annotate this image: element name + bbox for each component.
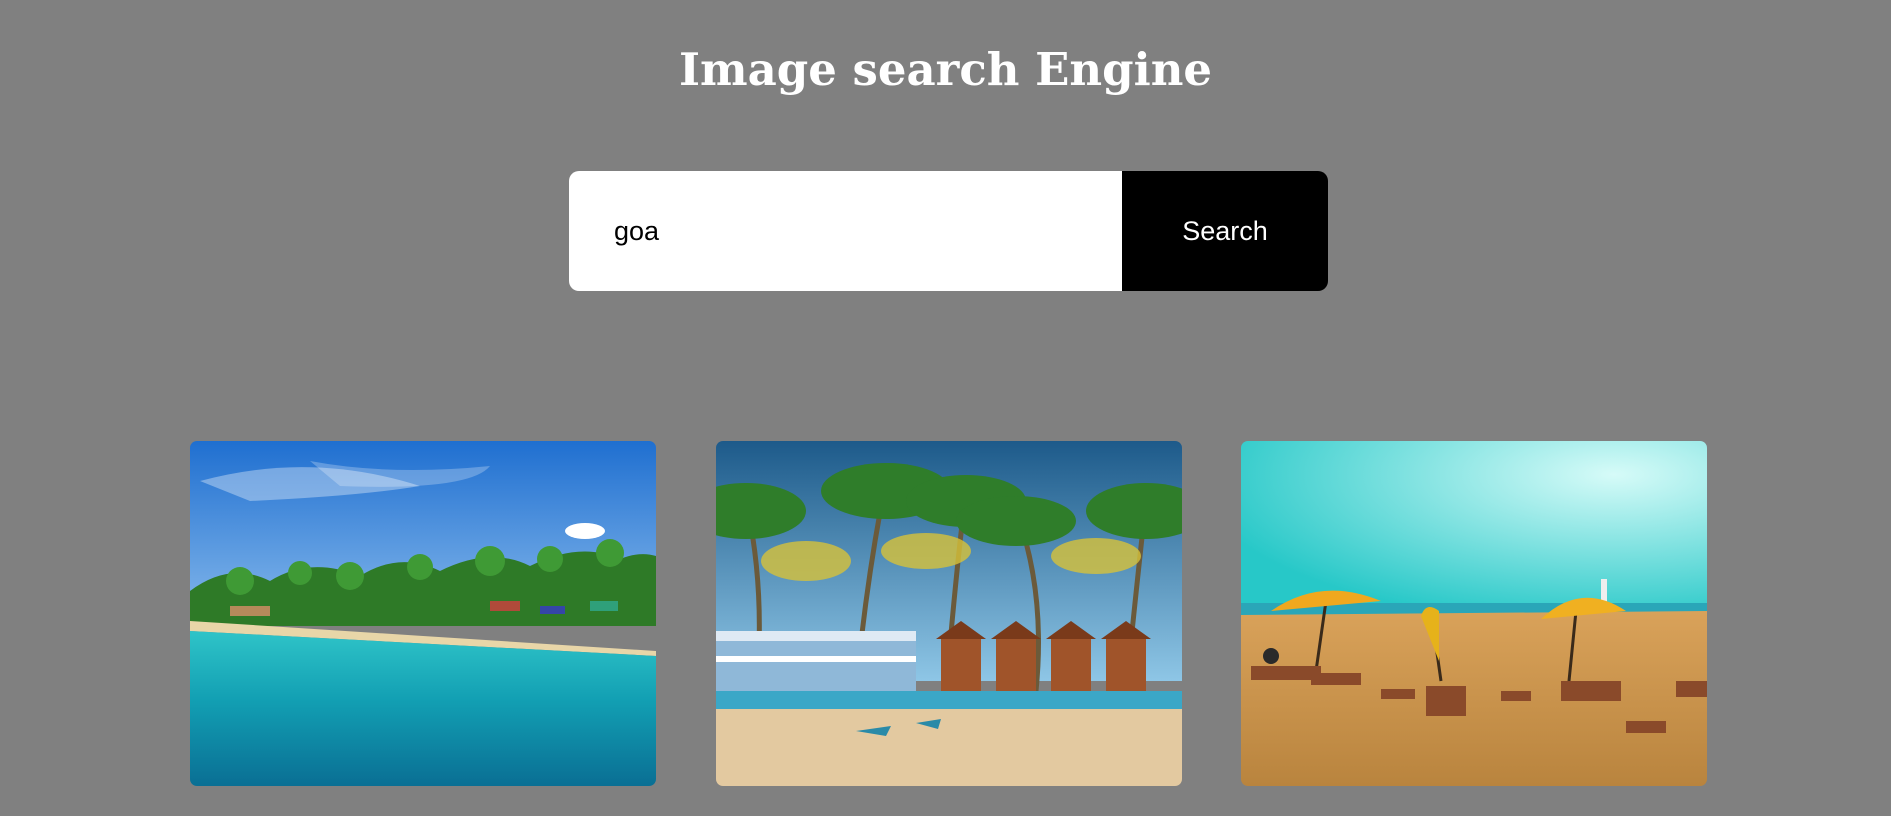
result-image-1[interactable] xyxy=(190,441,656,786)
result-image-2[interactable] xyxy=(716,441,1182,786)
search-input[interactable] xyxy=(569,171,1122,291)
page: Image search Engine Search xyxy=(0,0,1891,816)
beach-bay-image xyxy=(190,441,656,786)
beach-umbrellas-image xyxy=(1241,441,1707,786)
search-button[interactable]: Search xyxy=(1122,171,1328,291)
page-title: Image search Engine xyxy=(678,43,1213,96)
search-form: Search xyxy=(569,171,1328,291)
beach-huts-image xyxy=(716,441,1182,786)
search-results xyxy=(0,441,1891,786)
result-image-3[interactable] xyxy=(1241,441,1707,786)
